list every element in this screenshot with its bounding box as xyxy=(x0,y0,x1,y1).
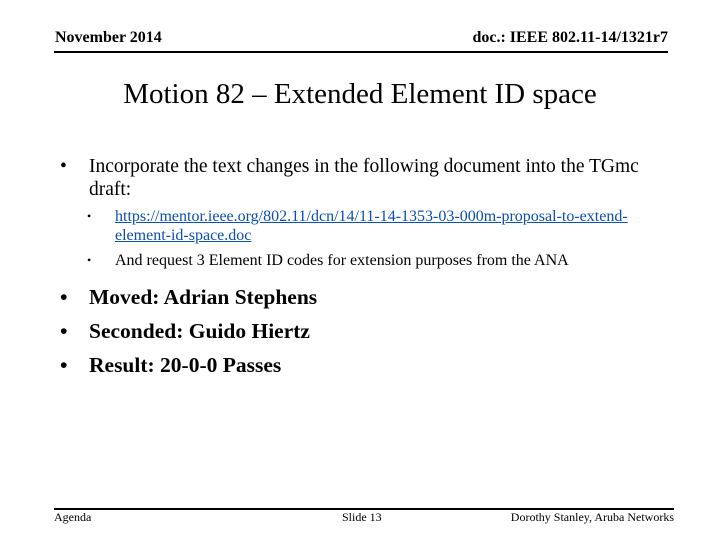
slide-title: Motion 82 – Extended Element ID space xyxy=(123,78,597,110)
bullet-icon: • xyxy=(60,156,67,177)
sub-bullet-item: • https://mentor.ieee.org/802.11/dcn/14/… xyxy=(60,207,660,245)
header-doc-id: doc.: IEEE 802.11-14/1321r7 xyxy=(472,29,668,46)
footer-section: Agenda xyxy=(54,510,92,524)
bullet-icon: • xyxy=(60,319,68,343)
bullet-text: Incorporate the text changes in the foll… xyxy=(89,156,639,200)
motion-result: • Result: 20-0-0 Passes xyxy=(60,348,660,382)
sub-bullet-list: • https://mentor.ieee.org/802.11/dcn/14/… xyxy=(60,207,660,270)
header-date: November 2014 xyxy=(55,29,162,46)
motion-moved-text: Moved: Adrian Stephens xyxy=(89,285,318,309)
slide-number: Slide 13 xyxy=(342,510,382,524)
bullet-icon: • xyxy=(87,209,92,223)
bullet-item: • Incorporate the text changes in the fo… xyxy=(60,155,660,201)
bullet-icon: • xyxy=(60,285,68,309)
motion-moved: • Moved: Adrian Stephens xyxy=(60,280,660,314)
bullet-icon: • xyxy=(60,353,68,377)
motion-result-text: Result: 20-0-0 Passes xyxy=(89,353,282,377)
sub-bullet-item: • And request 3 Element ID codes for ext… xyxy=(60,251,660,270)
motion-results-list: • Moved: Adrian Stephens • Seconded: Gui… xyxy=(60,280,660,382)
sub-bullet-text: And request 3 Element ID codes for exten… xyxy=(115,252,569,269)
header-divider xyxy=(54,51,668,53)
motion-seconded-text: Seconded: Guido Hiertz xyxy=(89,319,310,343)
bullet-icon: • xyxy=(87,253,92,267)
document-link[interactable]: https://mentor.ieee.org/802.11/dcn/14/11… xyxy=(115,208,628,244)
slide-body: • Incorporate the text changes in the fo… xyxy=(60,155,660,382)
motion-seconded: • Seconded: Guido Hiertz xyxy=(60,314,660,348)
footer-author: Dorothy Stanley, Aruba Networks xyxy=(510,510,674,524)
